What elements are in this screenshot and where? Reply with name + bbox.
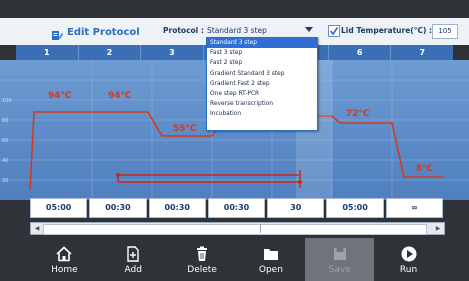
- svg-text:40: 40: [2, 158, 8, 164]
- chevron-down-icon[interactable]: [305, 27, 313, 32]
- svg-text:20: 20: [2, 178, 8, 184]
- temperature-label-step1[interactable]: 94℃: [48, 91, 71, 101]
- protocol-editor-screen: Edit Protocol Protocol : Standard 3 step…: [0, 0, 469, 281]
- svg-text:60: 60: [2, 138, 8, 144]
- time-step-4[interactable]: 00:30: [207, 198, 266, 218]
- temperature-label-step7[interactable]: 8℃: [416, 164, 433, 174]
- lid-temperature-input[interactable]: 105: [432, 24, 458, 39]
- step-6[interactable]: 6: [329, 45, 392, 60]
- run-label: Run: [399, 264, 418, 275]
- play-icon: [401, 246, 417, 261]
- home-label: Home: [51, 264, 78, 275]
- dropdown-option-one-step-rt-pcr[interactable]: One step RT-PCR: [207, 89, 317, 99]
- horizontal-scrollbar[interactable]: ◀ ▶: [30, 222, 445, 235]
- dropdown-option-standard-3-step[interactable]: Standard 3 step: [207, 38, 317, 49]
- lid-temperature-checkbox[interactable]: [328, 25, 340, 37]
- save-label: Save: [328, 264, 351, 275]
- dropdown-option-incubation[interactable]: Incubation: [207, 109, 317, 119]
- save-icon: [333, 247, 346, 260]
- svg-text:80: 80: [2, 118, 8, 124]
- dropdown-option-gradient-fast-2-step[interactable]: Gradient Fast 2 step: [207, 79, 317, 89]
- dropdown-option-gradient-standard-3-step[interactable]: Gradient Standard 3 step: [207, 69, 317, 79]
- step-2[interactable]: 2: [79, 45, 142, 60]
- step-3[interactable]: 3: [141, 45, 204, 60]
- home-icon: [56, 245, 72, 261]
- dropdown-option-fast-3-step[interactable]: Fast 3 step: [207, 48, 317, 58]
- time-step-6[interactable]: 05:00: [326, 198, 384, 218]
- time-step-7[interactable]: ∞: [385, 198, 443, 218]
- edit-protocol-icon: [51, 26, 63, 40]
- dropdown-option-fast-2-step[interactable]: Fast 2 step: [207, 58, 317, 68]
- open-label: Open: [258, 264, 283, 275]
- run-button[interactable]: Run: [374, 238, 443, 281]
- temperature-label-step6[interactable]: 72℃: [346, 109, 369, 119]
- trash-icon: [197, 246, 208, 261]
- save-button[interactable]: Save: [305, 238, 375, 281]
- temperature-label-step3[interactable]: 55℃: [173, 124, 196, 134]
- lid-temperature-label: Lid Temperature(°C) :: [341, 26, 432, 35]
- time-step-1[interactable]: 05:00: [30, 198, 88, 218]
- delete-button[interactable]: Delete: [168, 238, 237, 281]
- protocol-dropdown-list[interactable]: Standard 3 step Fast 3 step Fast 2 step …: [206, 37, 318, 131]
- dropdown-option-reverse-transcription[interactable]: Reverse transcription: [207, 99, 317, 109]
- scroll-divider: [260, 224, 261, 233]
- cycle-count[interactable]: 30: [267, 198, 325, 218]
- step-1[interactable]: 1: [16, 45, 79, 60]
- temperature-label-step2[interactable]: 94℃: [108, 91, 131, 101]
- scroll-thumb[interactable]: [43, 224, 427, 235]
- add-file-icon: [127, 245, 139, 262]
- loop-end-dot: [298, 180, 302, 184]
- loop-start-dot: [116, 173, 120, 177]
- step-time-row: 05:00 00:30 00:30 00:30 30 05:00 ∞: [30, 198, 443, 218]
- scroll-left-icon[interactable]: ◀: [31, 223, 43, 234]
- scroll-right-icon[interactable]: ▶: [432, 223, 444, 234]
- open-button[interactable]: Open: [236, 238, 305, 281]
- folder-icon: [263, 248, 278, 260]
- delete-label: Delete: [187, 264, 217, 275]
- check-icon: [329, 27, 339, 36]
- add-button[interactable]: Add: [99, 238, 168, 281]
- time-step-2[interactable]: 00:30: [89, 198, 147, 218]
- bottom-toolbar: Home Add Delete Open Save Run: [30, 238, 443, 281]
- step-7[interactable]: 7: [391, 45, 453, 60]
- page-title: Edit Protocol: [67, 26, 140, 38]
- title-group: Edit Protocol: [51, 24, 140, 40]
- add-label: Add: [124, 264, 142, 275]
- svg-text:100: 100: [2, 98, 12, 104]
- home-button[interactable]: Home: [30, 238, 99, 281]
- protocol-select[interactable]: Standard 3 step: [207, 26, 267, 35]
- time-step-3[interactable]: 00:30: [148, 198, 206, 218]
- protocol-label: Protocol :: [163, 26, 204, 35]
